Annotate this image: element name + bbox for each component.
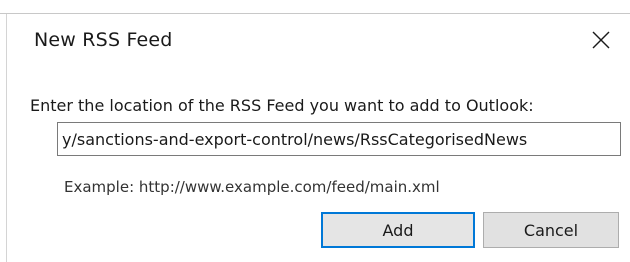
- cancel-button[interactable]: Cancel: [483, 212, 619, 248]
- window-frame-left: [6, 14, 7, 262]
- window-frame-top: [0, 0, 630, 14]
- close-icon: [592, 31, 610, 49]
- new-rss-feed-dialog: New RSS Feed Enter the location of the R…: [0, 0, 630, 262]
- example-hint: Example: http://www.example.com/feed/mai…: [64, 178, 440, 196]
- close-button[interactable]: [586, 25, 616, 55]
- feed-url-input[interactable]: [57, 122, 621, 156]
- feed-location-label: Enter the location of the RSS Feed you w…: [30, 96, 534, 115]
- add-button[interactable]: Add: [321, 212, 475, 248]
- dialog-title: New RSS Feed: [34, 29, 173, 51]
